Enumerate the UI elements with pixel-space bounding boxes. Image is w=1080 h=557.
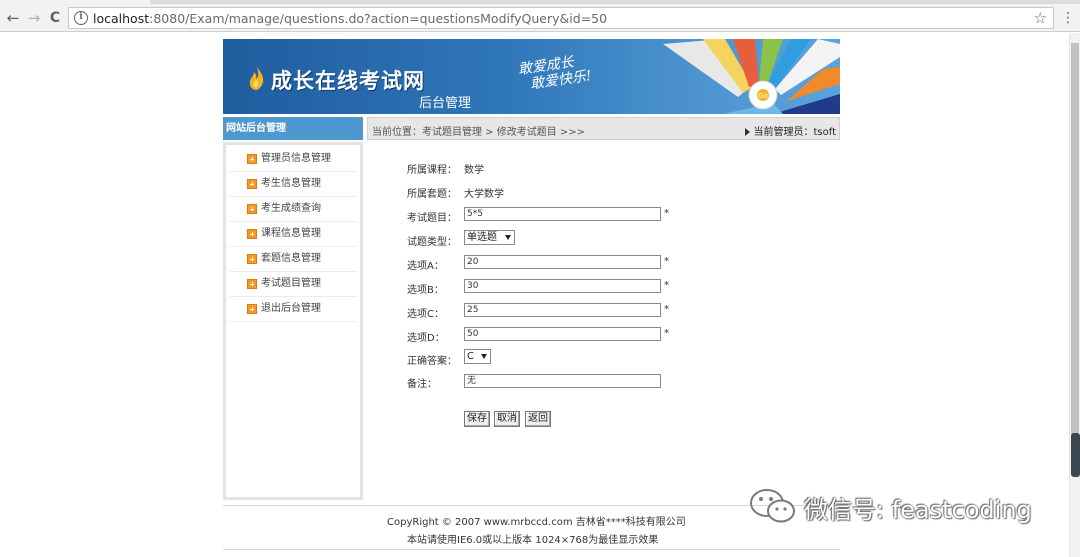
sidebar-item-label: 管理员信息管理 [261,153,331,164]
forward-icon[interactable]: → [25,9,43,27]
plus-box-icon [247,154,257,164]
plus-box-icon [247,179,257,189]
option-a-label: 选项A： [407,261,444,272]
site-name: 成长在线考试网 [271,69,425,93]
url-host: localhost [93,11,150,26]
question-type-value: 单选题 [467,232,497,243]
sidebar-item-score-query[interactable]: 考生成绩查询 [229,197,357,222]
sidebar-item-admin-info[interactable]: 管理员信息管理 [229,147,357,172]
site-banner: 成长在线考试网 后台管理 敢爱成长 敢爱快乐! Go [223,39,840,114]
browser-menu-icon[interactable]: ⋮ [1061,11,1075,25]
option-c-label: 选项C： [407,309,444,320]
breadcrumb: 当前位置：考试题目管理 > 修改考试题目 >>> [372,127,586,138]
watermark-text: 微信号: feastcoding [804,496,1032,524]
option-d-input[interactable]: 50 [464,327,661,341]
option-a-input[interactable]: 20 [464,255,661,269]
copyright-text: CopyRight © 2007 www.mrbccd.com 吉林省****科… [387,517,686,528]
option-b-label: 选项B： [407,285,444,296]
chevron-down-icon [505,235,511,240]
course-label: 所属课程： [407,165,457,176]
page-scrollbar[interactable] [1069,33,1080,557]
sidebar: 管理员信息管理 考生信息管理 考生成绩查询 课程信息管理 套题信息管理 考试题目… [223,142,363,500]
wechat-icon [750,489,795,523]
required-mark: * [664,328,669,339]
sidebar-item-course-info[interactable]: 课程信息管理 [229,222,357,247]
note-input[interactable]: 无 [464,374,661,388]
plus-box-icon [247,254,257,264]
course-value: 数学 [464,165,484,176]
set-label: 所属套题： [407,189,457,200]
required-mark: * [664,256,669,267]
type-label: 试题类型： [407,237,457,248]
bookmark-star-icon[interactable]: ☆ [1034,9,1047,27]
save-button[interactable]: 保存 [464,411,490,427]
set-value: 大学数学 [464,189,504,200]
browser-toolbar: ← → C i localhost:8080/Exam/manage/quest… [0,4,1080,32]
back-button[interactable]: 返回 [525,411,551,427]
required-mark: * [664,280,669,291]
url-path: :8080/Exam/manage/questions.do?action=qu… [149,11,608,26]
sidebar-item-label: 考试题目管理 [261,278,321,289]
plus-box-icon [247,229,257,239]
sidebar-item-label: 退出后台管理 [261,303,321,314]
browser-notice: 本站请使用IE6.0或以上版本 1024×768为最佳显示效果 [407,535,659,546]
option-c-input[interactable]: 25 [464,303,661,317]
reload-icon[interactable]: C [46,9,64,27]
location-bar: 当前位置：考试题目管理 > 修改考试题目 >>> 当前管理员：tsoft [367,117,840,140]
plus-box-icon [247,279,257,289]
sidebar-item-label: 考生成绩查询 [261,203,321,214]
option-d-label: 选项D： [407,333,445,344]
answer-value: C [467,351,474,362]
scrollbar-thumb[interactable] [1071,43,1079,463]
plus-box-icon [247,204,257,214]
answer-select[interactable]: C [464,349,491,364]
plus-box-icon [247,304,257,314]
address-bar[interactable]: i localhost:8080/Exam/manage/questions.d… [68,7,1054,29]
current-admin-text: 当前管理员：tsoft [753,127,836,138]
scroll-handle[interactable] [1071,433,1080,477]
chevron-down-icon [481,354,487,359]
subject-input[interactable]: 5*5 [464,207,661,221]
required-mark: * [664,304,669,315]
banner-slogan: 敢爱成长 敢爱快乐! [517,52,592,94]
sidebar-item-logout[interactable]: 退出后台管理 [229,297,357,322]
current-admin: 当前管理员：tsoft [745,123,836,138]
back-icon[interactable]: ← [4,9,22,27]
answer-label: 正确答案： [407,356,457,367]
subject-label: 考试题目： [407,213,457,224]
info-icon[interactable]: i [74,11,88,25]
note-label: 备注： [407,379,437,390]
sidebar-item-question-manage[interactable]: 考试题目管理 [229,272,357,297]
flame-icon [249,66,264,90]
url-text[interactable]: localhost:8080/Exam/manage/questions.do?… [93,11,607,26]
option-b-input[interactable]: 30 [464,279,661,293]
sidebar-item-label: 课程信息管理 [261,228,321,239]
triangle-right-icon [745,128,751,136]
go-badge: Go [758,92,768,100]
sidebar-item-student-info[interactable]: 考生信息管理 [229,172,357,197]
sidebar-item-label: 套题信息管理 [261,253,321,264]
question-type-select[interactable]: 单选题 [464,230,515,245]
footer-divider [223,549,840,550]
banner-subtitle: 后台管理 [419,96,472,111]
sidebar-item-set-info[interactable]: 套题信息管理 [229,247,357,272]
sidebar-header: 网站后台管理 [223,117,363,140]
pencils-illustration: Go [663,39,840,114]
required-mark: * [664,208,669,219]
sidebar-item-label: 考生信息管理 [261,178,321,189]
cancel-button[interactable]: 取消 [494,411,520,427]
